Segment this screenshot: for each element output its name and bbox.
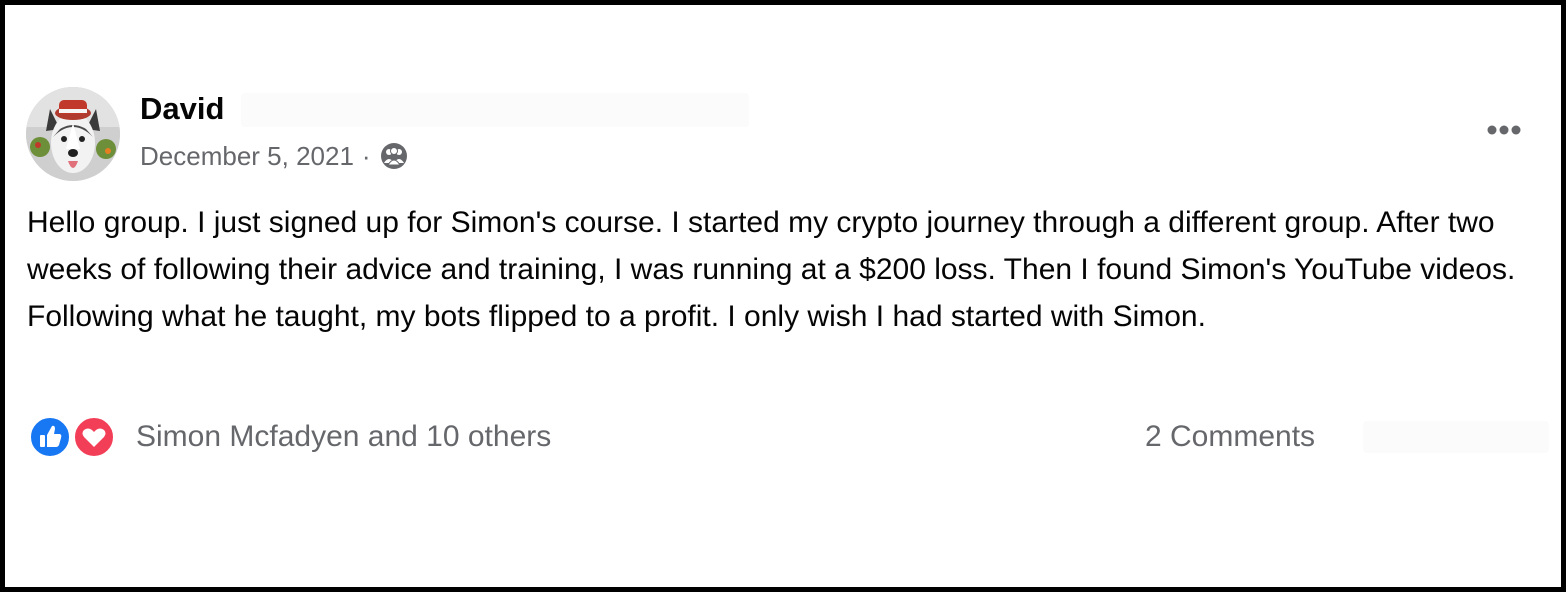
- love-icon: [73, 416, 115, 458]
- more-options-icon: [1487, 125, 1521, 135]
- reactions-summary[interactable]: Simon Mcfadyen and 10 others: [29, 415, 551, 459]
- post-body-text: Hello group. I just signed up for Simon'…: [27, 206, 1516, 333]
- post-date[interactable]: December 5, 2021: [140, 141, 354, 172]
- more-options-button[interactable]: [1479, 113, 1529, 147]
- avatar[interactable]: [26, 87, 120, 181]
- author-name[interactable]: David: [140, 91, 224, 127]
- group-members-icon[interactable]: [379, 141, 409, 171]
- reaction-icons: [29, 415, 119, 459]
- post-meta: December 5, 2021 ·: [140, 138, 409, 174]
- like-icon: [29, 416, 71, 458]
- meta-separator: ·: [361, 140, 371, 171]
- redacted-area-footer: [1363, 421, 1549, 453]
- redacted-area: [241, 93, 749, 127]
- comments-count[interactable]: 2 Comments: [1145, 417, 1315, 457]
- post-card: David December 5, 2021 · Hello group. I …: [0, 0, 1566, 592]
- reactions-text[interactable]: Simon Mcfadyen and 10 others: [136, 420, 551, 454]
- avatar-dog-photo: [26, 87, 120, 181]
